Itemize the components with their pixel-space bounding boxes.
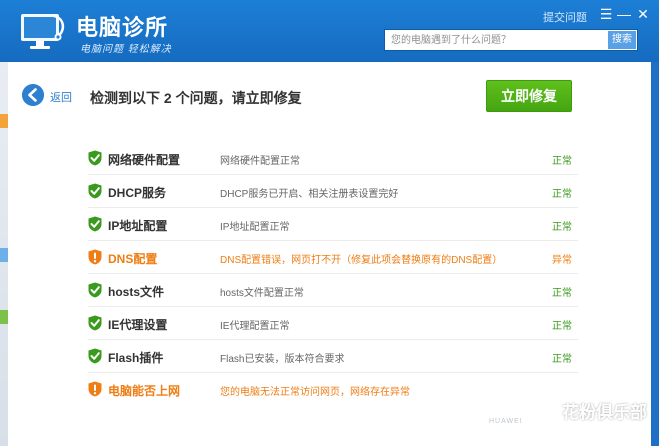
check-row-name: Flash插件	[108, 351, 164, 365]
search-button[interactable]: 搜索	[608, 31, 636, 49]
check-row-status: 正常	[552, 321, 572, 332]
minimize-button[interactable]: —	[615, 5, 633, 23]
check-row: DNS配置 DNS配置错误，网页打不开（修复此项会替换原有的DNS配置） 异常	[88, 241, 578, 274]
check-row-description: IP地址配置正常	[220, 222, 290, 233]
watermark-text: 花粉俱乐部	[562, 403, 647, 422]
app-title: 电脑诊所	[76, 15, 169, 40]
shield-warning-icon	[88, 249, 102, 265]
check-row-name: 电脑能否上网	[108, 384, 181, 398]
check-row-name: DHCP服务	[108, 186, 167, 200]
shield-check-icon	[88, 216, 102, 232]
shield-check-icon	[88, 348, 102, 364]
check-row-description: hosts文件配置正常	[220, 288, 304, 299]
pc-clinic-window: 电脑诊所 电脑问题 轻松解决 提交问题 ☰ — ✕ 搜索 返回 检测到以下 2 …	[0, 0, 659, 446]
check-row-description: Flash已安装，版本符合要求	[220, 354, 345, 365]
check-row-status: 正常	[552, 189, 572, 200]
check-row-description: 您的电脑无法正常访问网页，网络存在异常	[220, 387, 410, 398]
check-row-name: IP地址配置	[108, 219, 168, 233]
check-row-description: DHCP服务已开启、相关注册表设置完好	[220, 189, 399, 200]
check-row-name: hosts文件	[108, 285, 165, 299]
shield-warning-icon	[88, 381, 102, 397]
search-box: 搜索	[384, 29, 638, 51]
shield-check-icon	[88, 315, 102, 331]
diagnosis-headline: 检测到以下 2 个问题，请立即修复	[90, 90, 302, 106]
menu-button[interactable]: ☰	[597, 5, 615, 23]
check-row: hosts文件 hosts文件配置正常 正常	[88, 274, 578, 307]
check-row-status: 异常	[552, 255, 572, 266]
fix-now-button[interactable]: 立即修复	[486, 80, 572, 112]
check-row-status: 正常	[552, 156, 572, 167]
watermark-logo-icon	[458, 374, 549, 403]
shield-check-icon	[88, 183, 102, 199]
search-input[interactable]	[385, 30, 609, 50]
watermark-brand: HUAWEI	[489, 418, 523, 425]
check-row: IE代理设置 IE代理配置正常 正常	[88, 307, 578, 340]
check-row-description: 网络硬件配置正常	[220, 156, 300, 167]
shield-check-icon	[88, 150, 102, 166]
check-row-name: 网络硬件配置	[108, 153, 181, 167]
submit-question-link[interactable]: 提交问题	[543, 9, 587, 25]
check-row-description: IE代理配置正常	[220, 321, 290, 332]
check-row: 网络硬件配置 网络硬件配置正常 正常	[88, 142, 578, 175]
check-row-status: 正常	[552, 222, 572, 233]
check-row-status: 正常	[552, 288, 572, 299]
back-arrow-icon[interactable]	[22, 84, 44, 106]
check-row: DHCP服务 DHCP服务已开启、相关注册表设置完好 正常	[88, 175, 578, 208]
shield-check-icon	[88, 282, 102, 298]
check-row-description: DNS配置错误，网页打不开（修复此项会替换原有的DNS配置）	[220, 255, 503, 266]
monitor-stethoscope-logo-icon	[21, 14, 65, 49]
close-button[interactable]: ✕	[634, 5, 652, 23]
title-bar: 电脑诊所 电脑问题 轻松解决 提交问题 ☰ — ✕ 搜索	[0, 0, 659, 62]
check-row-name: IE代理设置	[108, 318, 168, 332]
back-label[interactable]: 返回	[50, 89, 72, 105]
app-slogan: 电脑问题 轻松解决	[80, 44, 172, 55]
check-row: IP地址配置 IP地址配置正常 正常	[88, 208, 578, 241]
check-row-name: DNS配置	[108, 252, 158, 266]
